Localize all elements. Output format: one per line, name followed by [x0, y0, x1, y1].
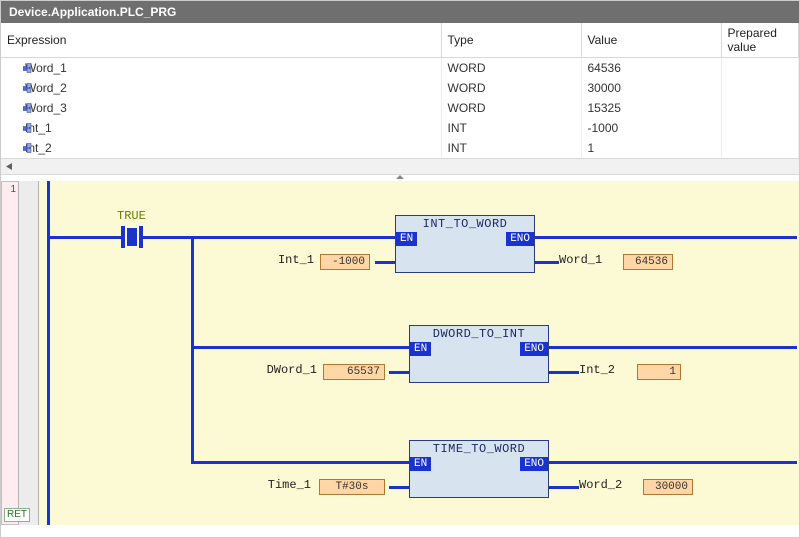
block-dword-to-int[interactable]: DWORD_TO_INT EN ENO	[409, 325, 549, 383]
table-row[interactable]: Word_1 WORD64536	[1, 58, 799, 78]
left-power-rail	[47, 181, 50, 525]
var-type: WORD	[441, 58, 581, 78]
variable-icon	[23, 82, 34, 93]
var-name: Word_3	[7, 101, 67, 115]
var-type: WORD	[441, 98, 581, 118]
scroll-left-icon[interactable]	[1, 159, 18, 174]
gutter-column	[19, 181, 39, 525]
var-type: INT	[441, 138, 581, 158]
variable-icon	[23, 122, 34, 133]
var-prepared[interactable]	[721, 98, 799, 118]
line-number-column: 1 RET	[1, 181, 19, 525]
var-out: Word_1	[559, 253, 619, 267]
var-name: Word_1	[7, 61, 67, 75]
var-value[interactable]: -1000	[581, 118, 721, 138]
col-prepared[interactable]: Prepared value	[721, 23, 799, 58]
table-row[interactable]: Int_1INT-1000	[1, 118, 799, 138]
line-number: 1	[10, 184, 16, 195]
val-in[interactable]: -1000	[320, 254, 370, 270]
var-prepared[interactable]	[721, 138, 799, 158]
variable-icon	[23, 142, 34, 153]
var-value[interactable]: 30000	[581, 78, 721, 98]
contact-label: TRUE	[117, 209, 146, 223]
variable-icon	[23, 102, 34, 113]
var-out: Word_2	[579, 478, 639, 492]
val-in[interactable]: 65537	[323, 364, 385, 380]
col-type[interactable]: Type	[441, 23, 581, 58]
port-en: EN	[410, 342, 431, 356]
ladder-canvas[interactable]: TRUE INT_TO_WORD EN ENO Int_1 -1000 Word…	[39, 181, 799, 525]
port-eno: ENO	[506, 232, 534, 246]
var-name: Word_2	[7, 81, 67, 95]
port-eno: ENO	[520, 457, 548, 471]
port-en: EN	[396, 232, 417, 246]
var-value[interactable]: 64536	[581, 58, 721, 78]
port-en: EN	[410, 457, 431, 471]
variable-grid: Expression Type Value Prepared value Wor…	[1, 23, 799, 158]
table-row[interactable]: Word_3 WORD15325	[1, 98, 799, 118]
ret-marker: RET	[4, 508, 30, 522]
block-int-to-word[interactable]: INT_TO_WORD EN ENO	[395, 215, 535, 273]
var-type: INT	[441, 118, 581, 138]
port-eno: ENO	[520, 342, 548, 356]
variable-icon	[23, 62, 34, 73]
ladder-editor[interactable]: 1 RET TRUE INT_TO_WORD EN ENO Int_1 -100…	[1, 181, 799, 525]
var-type: WORD	[441, 78, 581, 98]
val-out[interactable]: 64536	[623, 254, 673, 270]
var-prepared[interactable]	[721, 78, 799, 98]
val-out[interactable]: 30000	[643, 479, 693, 495]
var-value[interactable]: 15325	[581, 98, 721, 118]
var-prepared[interactable]	[721, 118, 799, 138]
var-in: Int_1	[256, 253, 314, 267]
title-text: Device.Application.PLC_PRG	[9, 5, 176, 19]
table-row[interactable]: Word_2 WORD30000	[1, 78, 799, 98]
grid-scrollbar[interactable]	[1, 158, 799, 175]
contact-true[interactable]	[121, 226, 143, 248]
val-out[interactable]: 1	[637, 364, 681, 380]
title-bar: Device.Application.PLC_PRG	[1, 1, 799, 23]
col-expression[interactable]: Expression	[1, 23, 441, 58]
scroll-track[interactable]	[18, 159, 799, 174]
var-value[interactable]: 1	[581, 138, 721, 158]
block-time-to-word[interactable]: TIME_TO_WORD EN ENO	[409, 440, 549, 498]
val-in[interactable]: T#30s	[319, 479, 385, 495]
var-out: Int_2	[579, 363, 629, 377]
var-prepared[interactable]	[721, 58, 799, 78]
var-in: DWord_1	[249, 363, 317, 377]
var-in: Time_1	[249, 478, 311, 492]
table-row[interactable]: Int_2INT1	[1, 138, 799, 158]
col-value[interactable]: Value	[581, 23, 721, 58]
